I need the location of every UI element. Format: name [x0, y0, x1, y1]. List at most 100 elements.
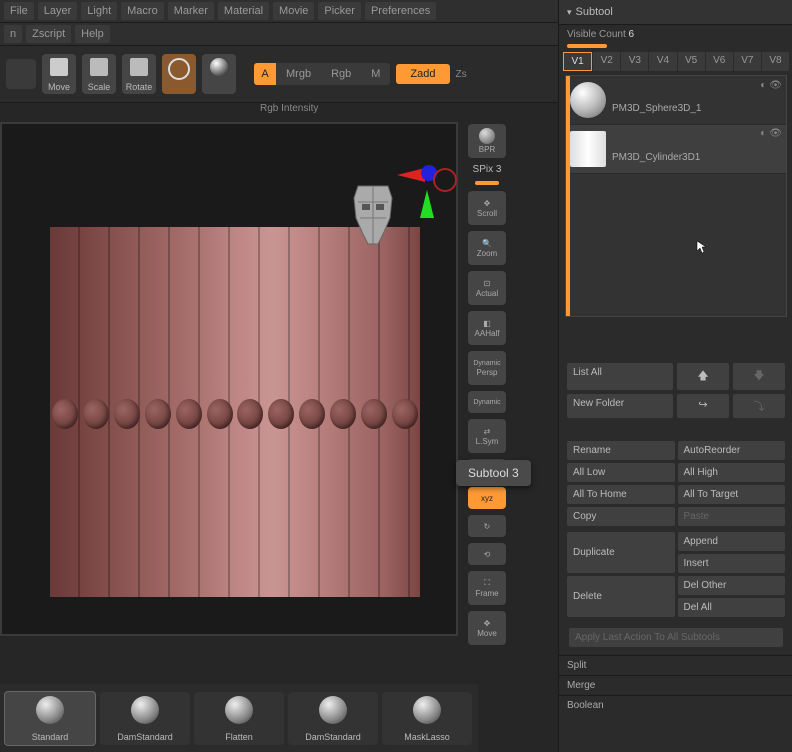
zs-label: Zs	[456, 69, 467, 80]
arrow-down-button[interactable]: ⤵	[733, 394, 785, 418]
brush-flatten[interactable]: Flatten	[194, 692, 284, 745]
menu-material[interactable]: Material	[218, 2, 269, 20]
brush-standard[interactable]: Standard	[4, 691, 96, 746]
subtool-list: PM3D_Sphere3D_1 ◐👁 PM3D_Cylinder3D1 ◐👁	[565, 75, 787, 317]
vtab-6[interactable]: V6	[706, 52, 733, 71]
autoreorder-button[interactable]: AutoReorder	[678, 441, 786, 460]
persp-button[interactable]: DynamicPersp	[468, 351, 506, 385]
duplicate-button[interactable]: Duplicate	[567, 532, 675, 573]
bpr-button[interactable]: BPR	[468, 124, 506, 158]
mrgb-button[interactable]: Mrgb	[276, 68, 321, 80]
scale-button[interactable]: Scale	[82, 54, 116, 94]
vtab-1[interactable]: V1	[563, 52, 592, 71]
all-low-button[interactable]: All Low	[567, 463, 675, 482]
insert-button[interactable]: Insert	[678, 554, 786, 573]
slot-1[interactable]	[6, 59, 36, 89]
xyz-button[interactable]: xyz	[468, 487, 506, 509]
polypaint-icon[interactable]: ◐	[760, 80, 766, 91]
aahalf-button[interactable]: ◧AAHalf	[468, 311, 506, 345]
rgb-button[interactable]: Rgb	[321, 68, 361, 80]
frame-button[interactable]: ⛶Frame	[468, 571, 506, 605]
head-mesh	[348, 178, 398, 248]
vtab-4[interactable]: V4	[649, 52, 676, 71]
all-target-button[interactable]: All To Target	[678, 485, 786, 504]
split-section[interactable]: Split	[559, 655, 792, 675]
subtool-thumb	[570, 131, 606, 167]
scroll-button[interactable]: ✥Scroll	[468, 191, 506, 225]
all-high-button[interactable]: All High	[678, 463, 786, 482]
spix-value: 3	[496, 164, 502, 175]
menu-layer[interactable]: Layer	[38, 2, 78, 20]
boolean-section[interactable]: Boolean	[559, 695, 792, 715]
copy-button[interactable]: Copy	[567, 507, 675, 526]
brush-damstandard[interactable]: DamStandard	[100, 692, 190, 745]
menu-picker[interactable]: Picker	[318, 2, 361, 20]
cursor-icon	[696, 240, 710, 254]
rotate-z-button[interactable]: ⟲	[468, 543, 506, 565]
rotate-button[interactable]: Rotate	[122, 54, 156, 94]
brush-shelf: Standard DamStandard Flatten DamStandard…	[0, 684, 478, 752]
brush-masklasso[interactable]: MaskLasso	[382, 692, 472, 745]
subtool-thumb	[570, 82, 606, 118]
vtab-5[interactable]: V5	[678, 52, 705, 71]
append-button[interactable]: Append	[678, 532, 786, 551]
tooltip: Subtool 3	[456, 460, 531, 486]
color-swatch[interactable]: A	[254, 63, 276, 85]
actual-button[interactable]: ⊡Actual	[468, 271, 506, 305]
subtool-item-0[interactable]: PM3D_Sphere3D_1 ◐👁	[566, 76, 786, 125]
m-button[interactable]: M	[361, 68, 390, 80]
vtab-8[interactable]: V8	[762, 52, 789, 71]
viewport[interactable]	[0, 122, 458, 636]
vtab-3[interactable]: V3	[621, 52, 648, 71]
visibility-tabs: V1 V2 V3 V4 V5 V6 V7 V8	[559, 52, 792, 71]
eye-icon[interactable]: 👁	[769, 80, 782, 91]
apply-last-button[interactable]: Apply Last Action To All Subtools	[569, 628, 783, 647]
subtool-name: PM3D_Sphere3D_1	[612, 103, 702, 114]
menu-marker[interactable]: Marker	[168, 2, 214, 20]
dynamic-button[interactable]: Dynamic	[468, 391, 506, 413]
delete-button[interactable]: Delete	[567, 576, 675, 617]
subtool-panel: ▾Subtool Visible Count 6 V1 V2 V3 V4 V5 …	[558, 0, 792, 752]
menu-zscript[interactable]: Zscript	[26, 25, 71, 43]
brush-damstandard-2[interactable]: DamStandard	[288, 692, 378, 745]
menu-file[interactable]: File	[4, 2, 34, 20]
eye-icon[interactable]: 👁	[769, 128, 782, 139]
subtool-item-1[interactable]: PM3D_Cylinder3D1 ◐👁	[566, 125, 786, 174]
move-up-button[interactable]: 🡅	[677, 363, 729, 390]
collapse-icon: ▾	[567, 7, 572, 18]
draw-button[interactable]	[162, 54, 196, 94]
del-other-button[interactable]: Del Other	[678, 576, 786, 595]
menu-preferences[interactable]: Preferences	[365, 2, 436, 20]
spix-slider[interactable]	[475, 181, 499, 185]
lsym-button[interactable]: ⇄L.Sym	[468, 419, 506, 453]
menu-help[interactable]: Help	[75, 25, 110, 43]
polypaint-icon[interactable]: ◐	[760, 128, 766, 139]
move-cam-button[interactable]: ✥Move	[468, 611, 506, 645]
menu-n[interactable]: n	[4, 25, 22, 43]
vtab-7[interactable]: V7	[734, 52, 761, 71]
all-home-button[interactable]: All To Home	[567, 485, 675, 504]
vtab-2[interactable]: V2	[593, 52, 620, 71]
menu-light[interactable]: Light	[81, 2, 117, 20]
arrow-right-button[interactable]: ↪	[677, 394, 729, 418]
rename-button[interactable]: Rename	[567, 441, 675, 460]
zadd-button[interactable]: Zadd	[396, 64, 449, 84]
canvas-mesh	[50, 227, 420, 597]
material-button[interactable]	[202, 54, 236, 94]
move-down-button[interactable]: 🡇	[733, 363, 785, 390]
visible-slider[interactable]	[567, 44, 607, 48]
rotate-y-button[interactable]: ↻	[468, 515, 506, 537]
axis-gizmo[interactable]	[397, 160, 457, 220]
menu-movie[interactable]: Movie	[273, 2, 314, 20]
paste-button[interactable]: Paste	[678, 507, 786, 526]
menu-macro[interactable]: Macro	[121, 2, 164, 20]
visible-count-value: 6	[629, 29, 635, 40]
active-indicator	[566, 76, 570, 316]
move-button[interactable]: Move	[42, 54, 76, 94]
del-all-button[interactable]: Del All	[678, 598, 786, 617]
list-all-button[interactable]: List All	[567, 363, 673, 390]
merge-section[interactable]: Merge	[559, 675, 792, 695]
subtool-header[interactable]: ▾Subtool	[559, 0, 792, 25]
zoom-button[interactable]: 🔍Zoom	[468, 231, 506, 265]
new-folder-button[interactable]: New Folder	[567, 394, 673, 418]
